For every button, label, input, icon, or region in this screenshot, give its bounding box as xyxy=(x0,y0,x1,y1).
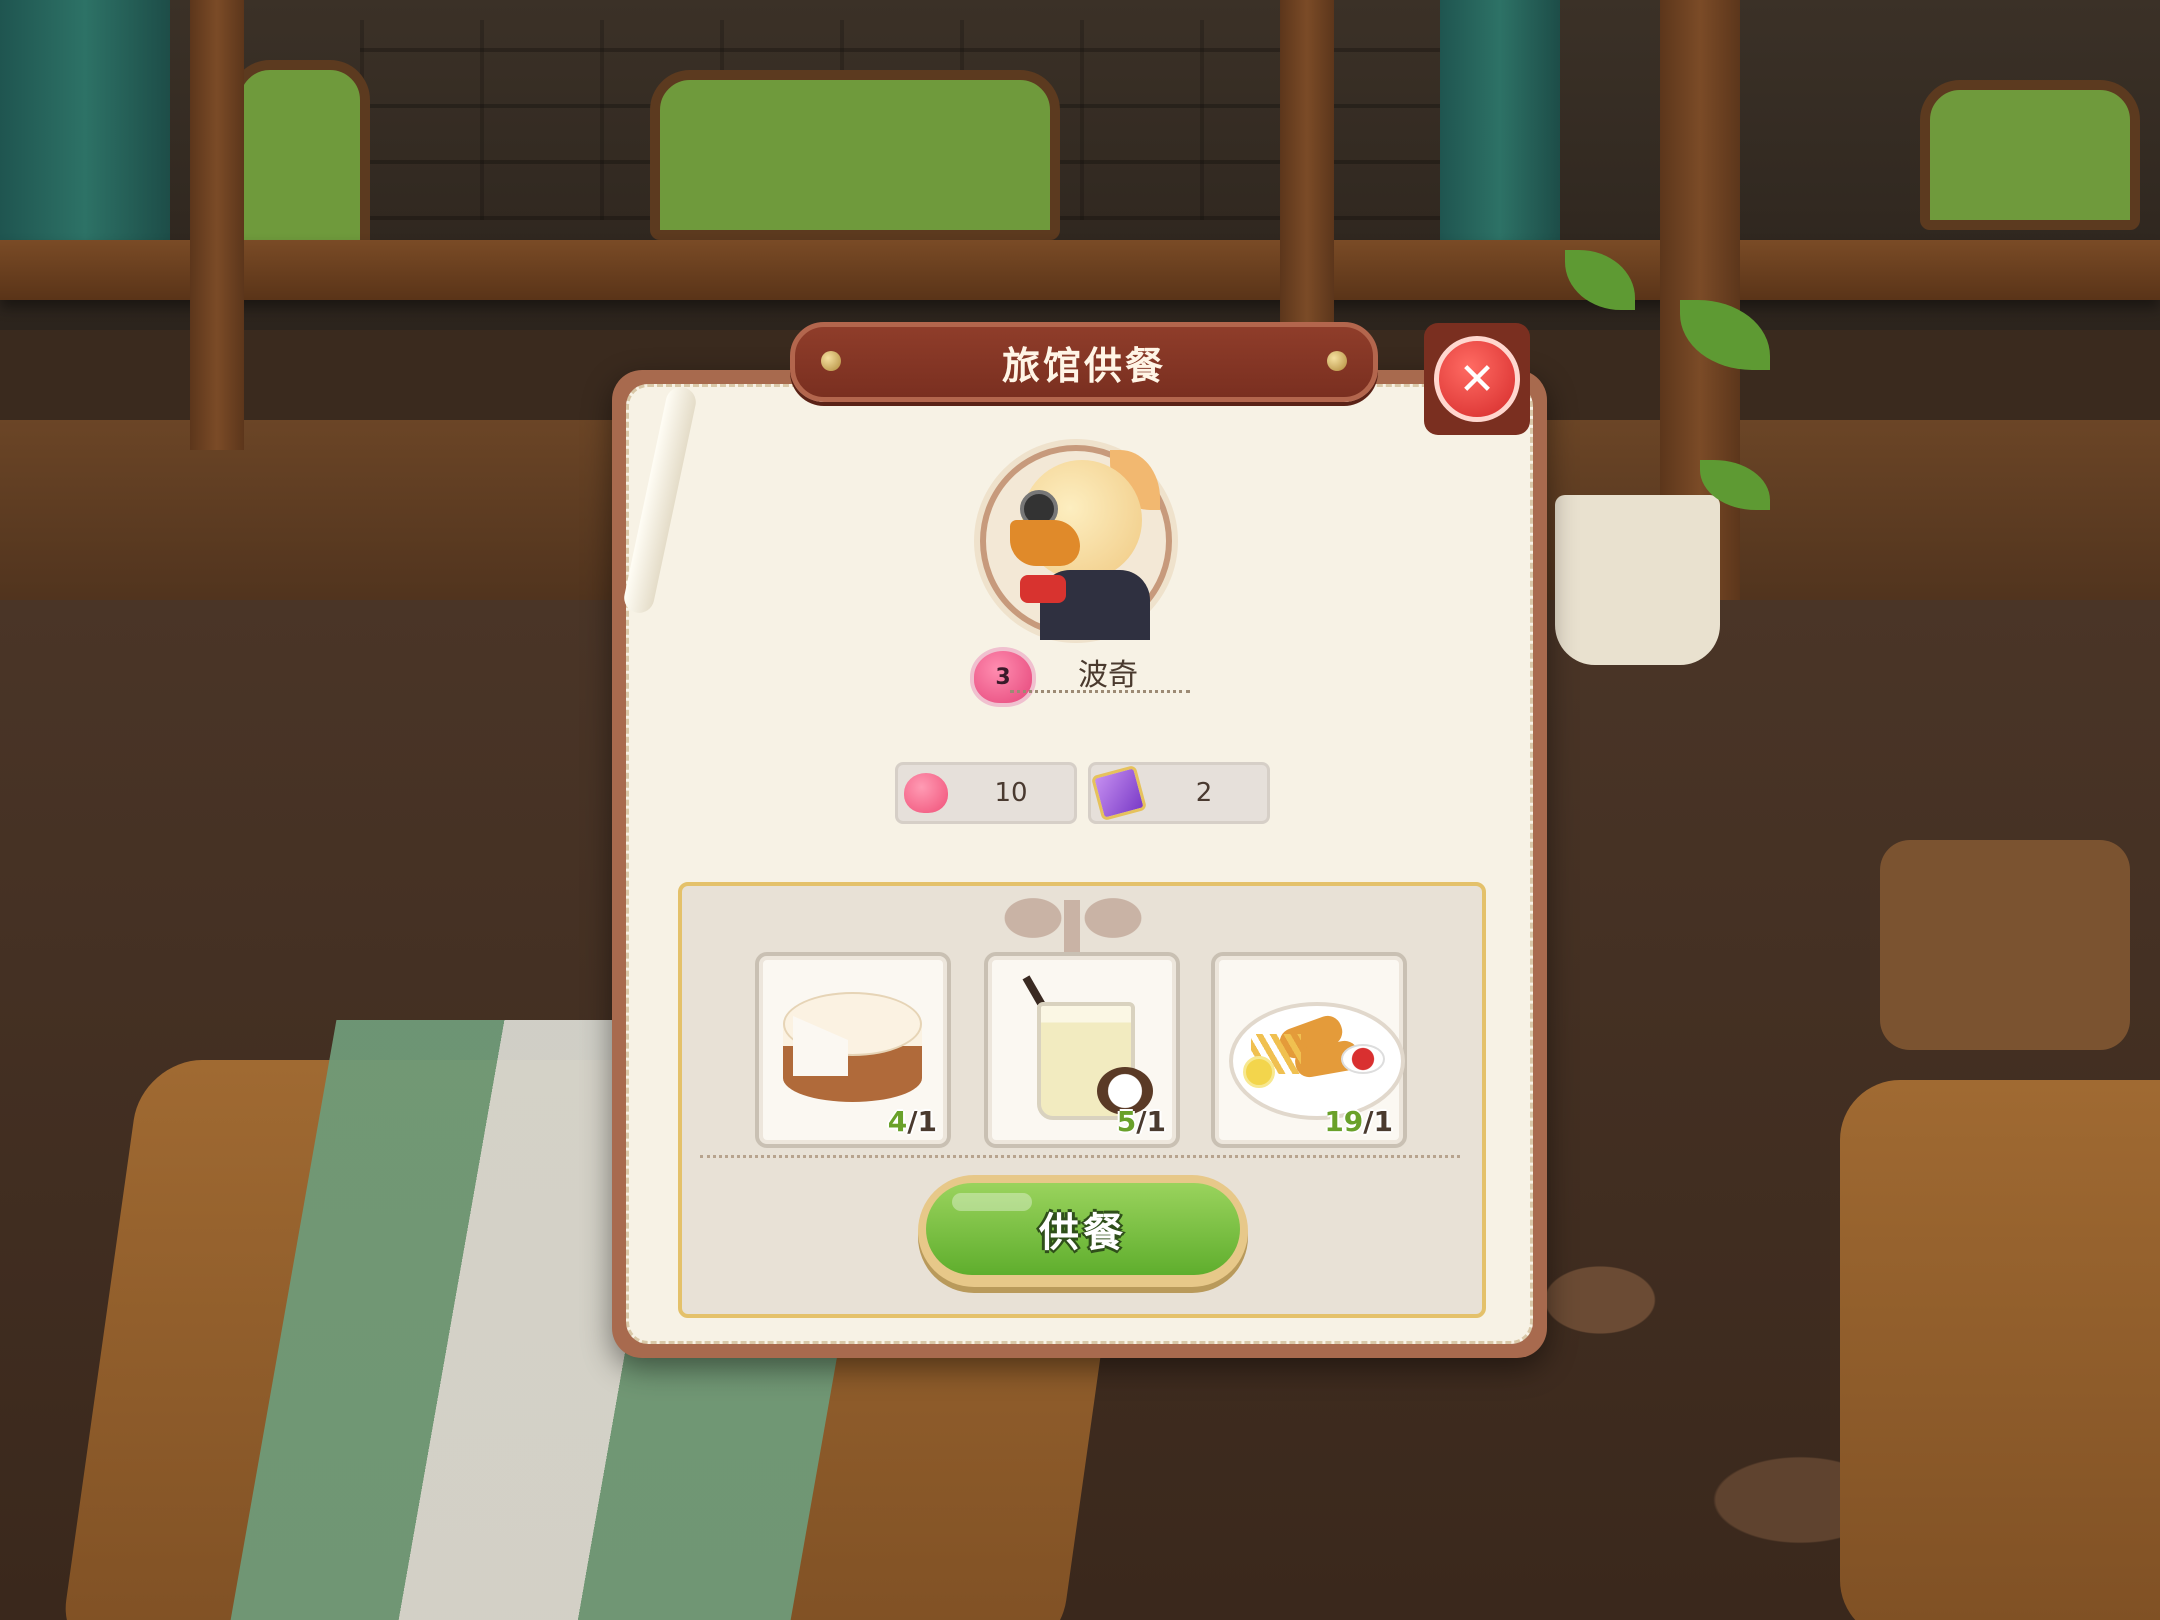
sofa-center xyxy=(650,70,1060,240)
curtain-right xyxy=(1440,0,1560,260)
dotted-divider xyxy=(700,1155,1460,1158)
meal-slot-cake[interactable]: 4/1 xyxy=(755,952,951,1148)
guest-name: 波奇 xyxy=(1078,658,1138,693)
wooden-post xyxy=(1280,0,1334,330)
meal-slot-fish-and-chips[interactable]: 19/1 xyxy=(1211,952,1407,1148)
dialog-title-bar: 旅馆供餐 xyxy=(790,322,1378,402)
table-right xyxy=(1840,1080,2160,1620)
affection-level-heart-icon: 3 xyxy=(970,647,1036,707)
cream-cake-icon xyxy=(773,972,933,1112)
name-underline xyxy=(1010,690,1190,693)
affection-level: 3 xyxy=(995,664,1011,690)
wooden-post xyxy=(190,0,244,450)
reward-value: 2 xyxy=(1195,778,1213,808)
coconut-drink-icon xyxy=(1002,972,1162,1120)
sofa-right xyxy=(1920,80,2140,230)
reward-value: 10 xyxy=(994,778,1028,808)
serve-button-label: 供餐 xyxy=(1039,1210,1127,1256)
meal-count: 4/1 xyxy=(887,1105,937,1138)
meal-slot-coconut-drink[interactable]: 5/1 xyxy=(984,952,1180,1148)
tree-stump-stool xyxy=(1880,840,2130,1050)
heart-icon xyxy=(902,769,950,817)
close-icon: ✕ xyxy=(1434,336,1520,422)
wooden-rail xyxy=(0,240,2160,300)
reward-ticket: 2 xyxy=(1088,762,1270,824)
meal-count: 5/1 xyxy=(1116,1105,1166,1138)
serve-meal-button[interactable]: 供餐 xyxy=(918,1175,1248,1287)
close-button[interactable]: ✕ xyxy=(1424,323,1530,435)
dialog-title: 旅馆供餐 xyxy=(1001,343,1166,388)
gift-bow-icon xyxy=(998,888,1148,948)
curtain-left xyxy=(0,0,170,260)
meal-count: 19/1 xyxy=(1324,1105,1393,1138)
plant-pot xyxy=(1555,495,1720,665)
fish-and-chips-icon xyxy=(1229,972,1405,1120)
stud-icon xyxy=(1327,351,1347,371)
chair-left xyxy=(230,60,370,260)
reward-affection: 10 xyxy=(895,762,1077,824)
bow-tie xyxy=(1020,575,1066,603)
bird-guest-portrait xyxy=(1000,450,1170,650)
stud-icon xyxy=(821,351,841,371)
bird-beak xyxy=(1010,520,1080,566)
ticket-icon xyxy=(1090,764,1148,822)
